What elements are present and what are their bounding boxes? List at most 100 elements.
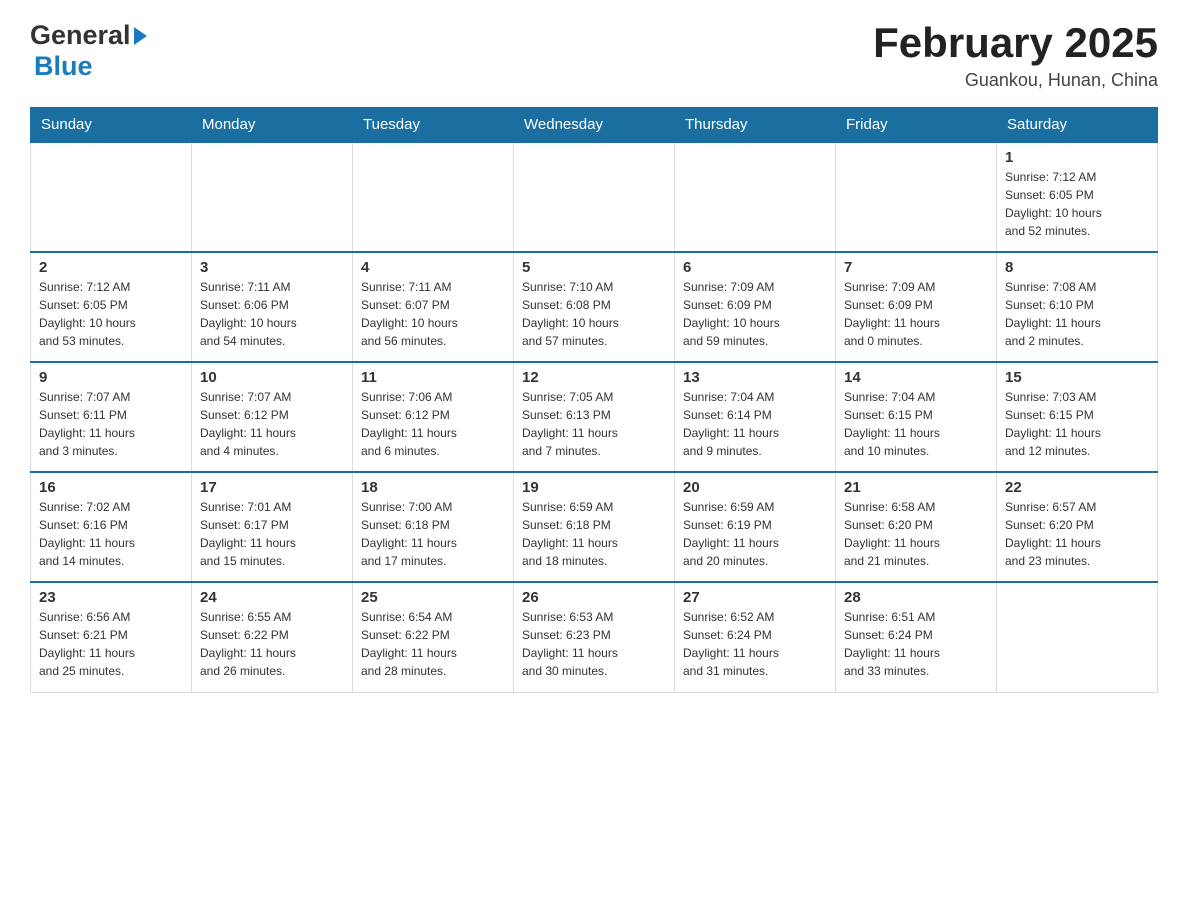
calendar-day [514, 142, 675, 252]
calendar-subtitle: Guankou, Hunan, China [873, 70, 1158, 91]
calendar-day: 23 Sunrise: 6:56 AM Sunset: 6:21 PM Dayli… [31, 582, 192, 692]
day-number: 3 [200, 259, 344, 276]
day-number: 20 [683, 479, 827, 496]
day-info: Sunrise: 7:01 AM Sunset: 6:17 PM Dayligh… [200, 498, 344, 570]
day-info: Sunrise: 7:11 AM Sunset: 6:06 PM Dayligh… [200, 278, 344, 350]
day-info: Sunrise: 7:12 AM Sunset: 6:05 PM Dayligh… [1005, 168, 1149, 240]
day-info: Sunrise: 6:52 AM Sunset: 6:24 PM Dayligh… [683, 608, 827, 680]
day-number: 10 [200, 369, 344, 386]
logo: General Blue [30, 20, 147, 82]
day-number: 22 [1005, 479, 1149, 496]
day-number: 2 [39, 259, 183, 276]
day-number: 12 [522, 369, 666, 386]
day-info: Sunrise: 6:56 AM Sunset: 6:21 PM Dayligh… [39, 608, 183, 680]
day-header-sunday: Sunday [31, 108, 192, 143]
day-info: Sunrise: 6:51 AM Sunset: 6:24 PM Dayligh… [844, 608, 988, 680]
day-number: 14 [844, 369, 988, 386]
day-number: 5 [522, 259, 666, 276]
calendar-day: 14 Sunrise: 7:04 AM Sunset: 6:15 PM Dayli… [836, 362, 997, 472]
day-number: 19 [522, 479, 666, 496]
calendar-day: 25 Sunrise: 6:54 AM Sunset: 6:22 PM Dayli… [353, 582, 514, 692]
calendar-day [31, 142, 192, 252]
day-number: 4 [361, 259, 505, 276]
day-info: Sunrise: 6:59 AM Sunset: 6:18 PM Dayligh… [522, 498, 666, 570]
calendar-week-2: 2 Sunrise: 7:12 AM Sunset: 6:05 PM Daylig… [31, 252, 1158, 362]
calendar-day [353, 142, 514, 252]
day-info: Sunrise: 6:54 AM Sunset: 6:22 PM Dayligh… [361, 608, 505, 680]
calendar-day: 2 Sunrise: 7:12 AM Sunset: 6:05 PM Daylig… [31, 252, 192, 362]
day-info: Sunrise: 7:04 AM Sunset: 6:15 PM Dayligh… [844, 388, 988, 460]
day-number: 26 [522, 589, 666, 606]
calendar-day: 3 Sunrise: 7:11 AM Sunset: 6:06 PM Daylig… [192, 252, 353, 362]
day-header-monday: Monday [192, 108, 353, 143]
calendar-day: 11Sunrise: 7:06 AM Sunset: 6:12 PM Dayli… [353, 362, 514, 472]
calendar-week-5: 23 Sunrise: 6:56 AM Sunset: 6:21 PM Dayli… [31, 582, 1158, 692]
day-number: 6 [683, 259, 827, 276]
day-info: Sunrise: 7:07 AM Sunset: 6:12 PM Dayligh… [200, 388, 344, 460]
day-header-tuesday: Tuesday [353, 108, 514, 143]
calendar-day [836, 142, 997, 252]
logo-triangle-icon [134, 27, 147, 45]
calendar-day: 28 Sunrise: 6:51 AM Sunset: 6:24 PM Dayli… [836, 582, 997, 692]
calendar-day: 26 Sunrise: 6:53 AM Sunset: 6:23 PM Dayli… [514, 582, 675, 692]
day-number: 23 [39, 589, 183, 606]
day-header-thursday: Thursday [675, 108, 836, 143]
day-info: Sunrise: 6:57 AM Sunset: 6:20 PM Dayligh… [1005, 498, 1149, 570]
calendar-day: 20 Sunrise: 6:59 AM Sunset: 6:19 PM Dayli… [675, 472, 836, 582]
calendar-week-4: 16Sunrise: 7:02 AM Sunset: 6:16 PM Dayli… [31, 472, 1158, 582]
day-info: Sunrise: 7:03 AM Sunset: 6:15 PM Dayligh… [1005, 388, 1149, 460]
day-number: 28 [844, 589, 988, 606]
calendar-day: 4 Sunrise: 7:11 AM Sunset: 6:07 PM Daylig… [353, 252, 514, 362]
day-number: 25 [361, 589, 505, 606]
calendar-day: 15 Sunrise: 7:03 AM Sunset: 6:15 PM Dayli… [997, 362, 1158, 472]
days-of-week-row: SundayMondayTuesdayWednesdayThursdayFrid… [31, 108, 1158, 143]
day-number: 17 [200, 479, 344, 496]
day-number: 18 [361, 479, 505, 496]
day-info: Sunrise: 6:55 AM Sunset: 6:22 PM Dayligh… [200, 608, 344, 680]
day-info: Sunrise: 7:09 AM Sunset: 6:09 PM Dayligh… [844, 278, 988, 350]
calendar-day [192, 142, 353, 252]
day-number: 24 [200, 589, 344, 606]
day-number: 27 [683, 589, 827, 606]
title-block: February 2025 Guankou, Hunan, China [873, 20, 1158, 91]
day-info: Sunrise: 7:06 AM Sunset: 6:12 PM Dayligh… [361, 388, 505, 460]
day-info: Sunrise: 6:58 AM Sunset: 6:20 PM Dayligh… [844, 498, 988, 570]
day-info: Sunrise: 7:05 AM Sunset: 6:13 PM Dayligh… [522, 388, 666, 460]
calendar-day [997, 582, 1158, 692]
calendar-day: 6Sunrise: 7:09 AM Sunset: 6:09 PM Daylig… [675, 252, 836, 362]
calendar-day: 21 Sunrise: 6:58 AM Sunset: 6:20 PM Dayli… [836, 472, 997, 582]
logo-general: General [30, 20, 131, 51]
calendar-day: 24 Sunrise: 6:55 AM Sunset: 6:22 PM Dayli… [192, 582, 353, 692]
calendar-day: 27 Sunrise: 6:52 AM Sunset: 6:24 PM Dayli… [675, 582, 836, 692]
calendar-day [675, 142, 836, 252]
day-header-saturday: Saturday [997, 108, 1158, 143]
calendar-day: 7 Sunrise: 7:09 AM Sunset: 6:09 PM Daylig… [836, 252, 997, 362]
calendar-day: 22 Sunrise: 6:57 AM Sunset: 6:20 PM Dayli… [997, 472, 1158, 582]
day-info: Sunrise: 7:04 AM Sunset: 6:14 PM Dayligh… [683, 388, 827, 460]
day-number: 21 [844, 479, 988, 496]
day-info: Sunrise: 7:00 AM Sunset: 6:18 PM Dayligh… [361, 498, 505, 570]
day-number: 7 [844, 259, 988, 276]
calendar-day: 9Sunrise: 7:07 AM Sunset: 6:11 PM Daylig… [31, 362, 192, 472]
day-number: 8 [1005, 259, 1149, 276]
day-info: Sunrise: 6:59 AM Sunset: 6:19 PM Dayligh… [683, 498, 827, 570]
day-number: 15 [1005, 369, 1149, 386]
calendar-table: SundayMondayTuesdayWednesdayThursdayFrid… [30, 107, 1158, 693]
calendar-week-1: 1 Sunrise: 7:12 AM Sunset: 6:05 PM Daylig… [31, 142, 1158, 252]
day-number: 9 [39, 369, 183, 386]
day-number: 1 [1005, 149, 1149, 166]
calendar-day: 16Sunrise: 7:02 AM Sunset: 6:16 PM Dayli… [31, 472, 192, 582]
logo-text: General Blue [30, 20, 147, 82]
day-info: Sunrise: 6:53 AM Sunset: 6:23 PM Dayligh… [522, 608, 666, 680]
day-info: Sunrise: 7:11 AM Sunset: 6:07 PM Dayligh… [361, 278, 505, 350]
day-info: Sunrise: 7:12 AM Sunset: 6:05 PM Dayligh… [39, 278, 183, 350]
calendar-day: 8 Sunrise: 7:08 AM Sunset: 6:10 PM Daylig… [997, 252, 1158, 362]
day-info: Sunrise: 7:02 AM Sunset: 6:16 PM Dayligh… [39, 498, 183, 570]
calendar-day: 13Sunrise: 7:04 AM Sunset: 6:14 PM Dayli… [675, 362, 836, 472]
day-info: Sunrise: 7:08 AM Sunset: 6:10 PM Dayligh… [1005, 278, 1149, 350]
calendar-day: 10 Sunrise: 7:07 AM Sunset: 6:12 PM Dayli… [192, 362, 353, 472]
calendar-title: February 2025 [873, 20, 1158, 66]
calendar-day: 18 Sunrise: 7:00 AM Sunset: 6:18 PM Dayli… [353, 472, 514, 582]
calendar-day: 5Sunrise: 7:10 AM Sunset: 6:08 PM Daylig… [514, 252, 675, 362]
calendar-day: 12 Sunrise: 7:05 AM Sunset: 6:13 PM Dayli… [514, 362, 675, 472]
